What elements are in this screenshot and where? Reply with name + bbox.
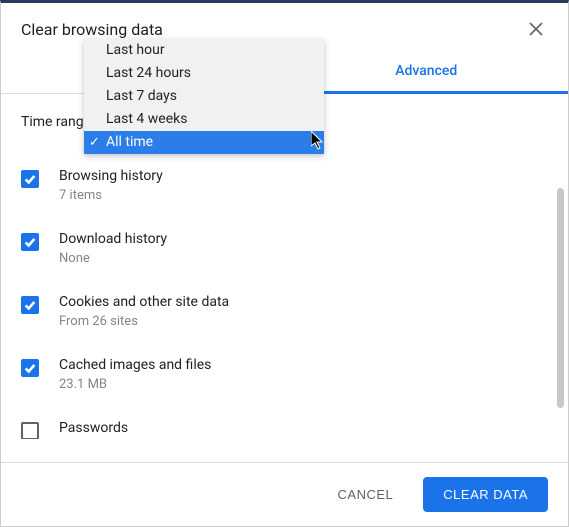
close-button[interactable] xyxy=(524,17,548,41)
tab-advanced[interactable]: Advanced xyxy=(285,49,569,93)
item-cookies: Cookies and other site data From 26 site… xyxy=(21,284,542,347)
scrollbar[interactable] xyxy=(557,188,564,408)
item-passwords: Passwords 110 passwords xyxy=(21,410,542,439)
item-title: Cached images and files xyxy=(59,357,211,373)
item-title: Passwords xyxy=(59,420,147,436)
dropdown-option[interactable]: Last 4 weeks xyxy=(84,108,324,131)
item-text: Browsing history 7 items xyxy=(59,168,163,203)
item-title: Cookies and other site data xyxy=(59,294,229,310)
checkbox-cached[interactable] xyxy=(21,359,39,377)
item-browsing-history: Browsing history 7 items xyxy=(21,158,542,221)
item-text: Download history None xyxy=(59,231,167,266)
item-download-history: Download history None xyxy=(21,221,542,284)
item-text: Cookies and other site data From 26 site… xyxy=(59,294,229,329)
dropdown-option[interactable]: Last 24 hours xyxy=(84,62,324,85)
checkmark-icon xyxy=(23,298,37,312)
cancel-button[interactable]: CANCEL xyxy=(324,477,408,512)
time-range-dropdown[interactable]: Last hour Last 24 hours Last 7 days Last… xyxy=(84,39,324,154)
item-sub: None xyxy=(59,251,167,266)
clear-browsing-data-dialog: Clear browsing data Basic Advanced Time … xyxy=(0,0,569,527)
item-text: Cached images and files 23.1 MB xyxy=(59,357,211,392)
checkmark-icon: ✓ xyxy=(89,133,100,152)
clear-data-button[interactable]: CLEAR DATA xyxy=(423,477,548,512)
dialog-footer: CANCEL CLEAR DATA xyxy=(1,462,568,526)
checkmark-icon xyxy=(23,172,37,186)
item-sub: 23.1 MB xyxy=(59,377,211,392)
dropdown-option[interactable]: Last 7 days xyxy=(84,85,324,108)
item-title: Browsing history xyxy=(59,168,163,184)
checkbox-passwords[interactable] xyxy=(21,422,39,439)
dropdown-option-selected[interactable]: ✓ All time xyxy=(84,131,324,154)
checkbox-browsing-history[interactable] xyxy=(21,170,39,188)
checkbox-cookies[interactable] xyxy=(21,296,39,314)
time-range-label: Time range xyxy=(21,114,91,130)
checkbox-download-history[interactable] xyxy=(21,233,39,251)
dropdown-option-label: All time xyxy=(106,134,153,150)
dialog-title: Clear browsing data xyxy=(21,20,163,39)
dropdown-option[interactable]: Last hour xyxy=(84,39,324,62)
item-sub: 7 items xyxy=(59,188,163,203)
items-list: Browsing history 7 items Download histor… xyxy=(21,158,542,439)
item-title: Download history xyxy=(59,231,167,247)
checkmark-icon xyxy=(23,361,37,375)
checkmark-icon xyxy=(23,235,37,249)
item-cached: Cached images and files 23.1 MB xyxy=(21,347,542,410)
close-icon xyxy=(529,22,543,36)
item-sub: From 26 sites xyxy=(59,314,229,329)
item-text: Passwords 110 passwords xyxy=(59,420,147,439)
